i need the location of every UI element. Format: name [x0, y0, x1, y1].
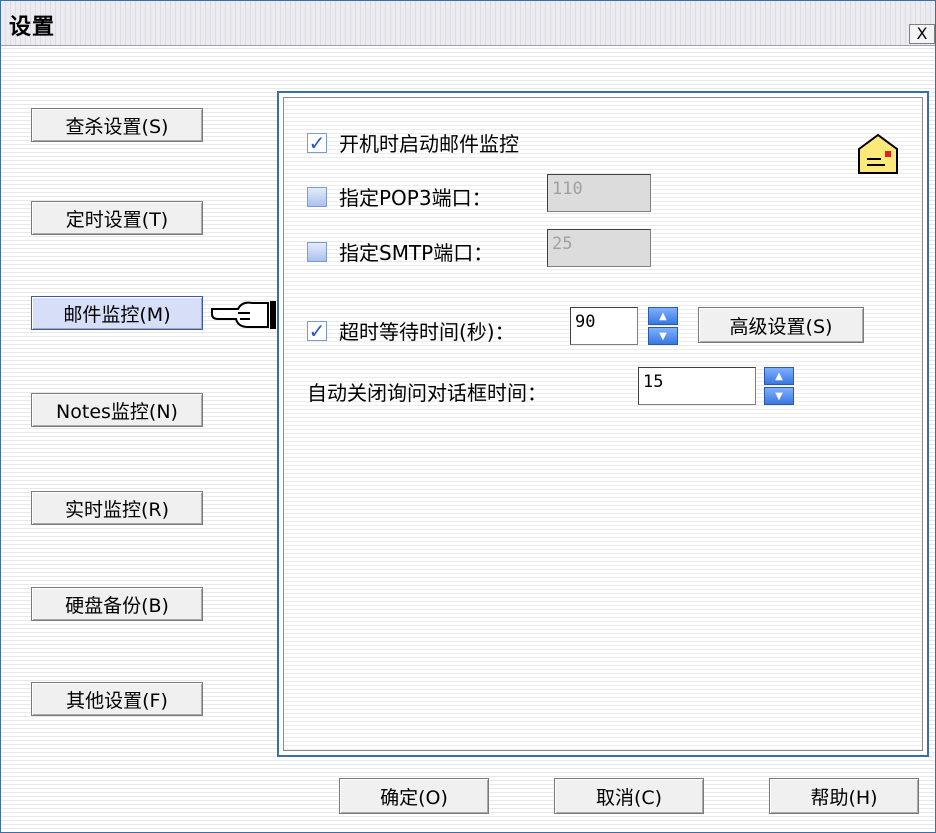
timeout-spinner[interactable]: ▲ ▼ [648, 307, 678, 345]
sidebar-item-schedule-settings[interactable]: 定时设置(T) [31, 201, 203, 235]
smtp-label: 指定SMTP端口： [339, 241, 494, 265]
spin-up-icon[interactable]: ▲ [648, 307, 678, 325]
close-button[interactable]: X [909, 24, 935, 44]
pop3-label: 指定POP3端口： [339, 186, 492, 210]
pop3-port-field[interactable]: 110 [547, 174, 651, 212]
smtp-port-field[interactable]: 25 [547, 229, 651, 267]
sidebar-item-mail-monitor[interactable]: 邮件监控(M) [31, 296, 203, 330]
sidebar-item-realtime-monitor[interactable]: 实时监控(R) [31, 491, 203, 525]
timeout-checkbox[interactable]: ✓ [307, 318, 327, 343]
timeout-row[interactable]: ✓ 超时等待时间(秒)： [307, 316, 515, 345]
sidebar-item-other-settings[interactable]: 其他设置(F) [31, 682, 203, 716]
autoclose-row: 自动关闭询问对话框时间： [307, 377, 547, 406]
startup-monitor-checkbox[interactable]: ✓ [307, 130, 327, 155]
pop3-row[interactable]: 指定POP3端口： [307, 182, 492, 211]
spin-down-icon[interactable]: ▼ [648, 327, 678, 345]
autoclose-label: 自动关闭询问对话框时间： [307, 381, 547, 405]
smtp-checkbox[interactable] [307, 241, 327, 262]
sidebar-item-notes-monitor[interactable]: Notes监控(N) [31, 393, 203, 427]
smtp-row[interactable]: 指定SMTP端口： [307, 237, 493, 266]
title-bar: 设置 X [1, 1, 935, 46]
window-title: 设置 [9, 15, 56, 40]
mail-envelope-icon [858, 133, 898, 174]
spin-up-icon[interactable]: ▲ [764, 367, 794, 385]
timeout-label: 超时等待时间(秒)： [339, 320, 515, 344]
pointing-hand-icon [211, 301, 276, 329]
help-button[interactable]: 帮助(H) [769, 778, 919, 814]
settings-window: 设置 X 查杀设置(S) 定时设置(T) 邮件监控(M) Notes监控(N) … [0, 0, 936, 833]
spin-down-icon[interactable]: ▼ [764, 387, 794, 405]
startup-monitor-label: 开机时启动邮件监控 [339, 132, 519, 156]
advanced-settings-button[interactable]: 高级设置(S) [698, 307, 864, 343]
startup-monitor-row[interactable]: ✓ 开机时启动邮件监控 [307, 128, 519, 157]
autoclose-field[interactable]: 15 [638, 367, 756, 405]
check-icon: ✓ [308, 318, 326, 343]
check-icon: ✓ [308, 130, 326, 155]
sidebar-item-scan-settings[interactable]: 查杀设置(S) [31, 108, 203, 142]
pop3-checkbox[interactable] [307, 186, 327, 207]
ok-button[interactable]: 确定(O) [339, 778, 489, 814]
autoclose-spinner[interactable]: ▲ ▼ [764, 367, 794, 405]
timeout-field[interactable]: 90 [570, 307, 638, 345]
cancel-button[interactable]: 取消(C) [554, 778, 704, 814]
sidebar-item-disk-backup[interactable]: 硬盘备份(B) [31, 587, 203, 621]
